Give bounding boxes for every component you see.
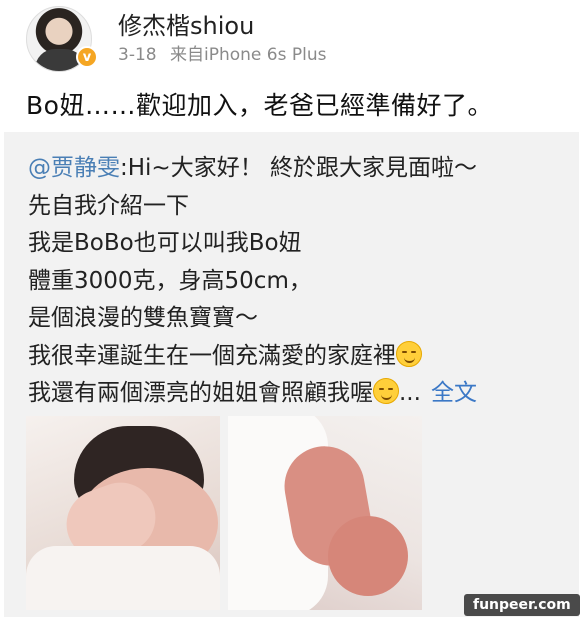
ellipsis: ... bbox=[399, 380, 421, 406]
repost-line-4: 體重3000克，身高50cm， bbox=[28, 267, 312, 294]
post-header: v 修杰楷shiou 3-18 来自iPhone 6s Plus bbox=[0, 0, 583, 78]
mention-link[interactable]: @贾静雯 bbox=[28, 155, 120, 181]
repost-line-2: 先自我介紹一下 bbox=[28, 192, 189, 219]
post-date: 3-18 bbox=[118, 45, 157, 65]
repost-line-5: 是個浪漫的雙魚寶寶～ bbox=[28, 305, 258, 331]
repost-line-3: 我是BoBo也可以叫我Bo妞 bbox=[28, 230, 302, 256]
baby-face-photo[interactable] bbox=[26, 416, 220, 610]
repost-line-6: 我很幸運誕生在一個充滿愛的家庭裡 bbox=[28, 338, 477, 376]
photo-blanket bbox=[26, 546, 220, 610]
relieved-emoji-icon bbox=[373, 378, 399, 404]
post-text: Bo妞……歡迎加入，老爸已經準備好了。 bbox=[26, 91, 493, 120]
username[interactable]: 修杰楷shiou bbox=[118, 6, 254, 41]
repost-line-6-text: 我很幸運誕生在一個充滿愛的家庭裡 bbox=[28, 342, 396, 369]
repost-card[interactable]: @贾静雯:Hi~大家好！ 終於跟大家見面啦～ 先自我介紹一下 我是BoBo也可以… bbox=[4, 132, 579, 617]
smile-emoji-icon bbox=[396, 340, 422, 367]
full-text-link[interactable]: 全文 bbox=[431, 380, 477, 406]
repost-line-1: @贾静雯:Hi~大家好！ 終於跟大家見面啦～ bbox=[28, 150, 477, 188]
watermark-logo: funpeer.com bbox=[464, 594, 580, 616]
post-meta: 3-18 来自iPhone 6s Plus bbox=[118, 40, 326, 65]
post-source: 来自iPhone 6s Plus bbox=[170, 45, 327, 65]
verified-badge-icon: v bbox=[76, 46, 98, 68]
repost-line-7-text: 我還有兩個漂亮的姐姐會照顧我喔 bbox=[28, 380, 373, 406]
baby-feet-photo[interactable] bbox=[228, 416, 422, 610]
photo-foot bbox=[328, 516, 408, 596]
repost-line-1-text: :Hi~大家好！ 終於跟大家見面啦～ bbox=[120, 155, 478, 181]
repost-line-7: 我還有兩個漂亮的姐姐會照顧我喔... 全文 bbox=[28, 375, 477, 413]
repost-text: @贾静雯:Hi~大家好！ 終於跟大家見面啦～ 先自我介紹一下 我是BoBo也可以… bbox=[28, 150, 477, 413]
